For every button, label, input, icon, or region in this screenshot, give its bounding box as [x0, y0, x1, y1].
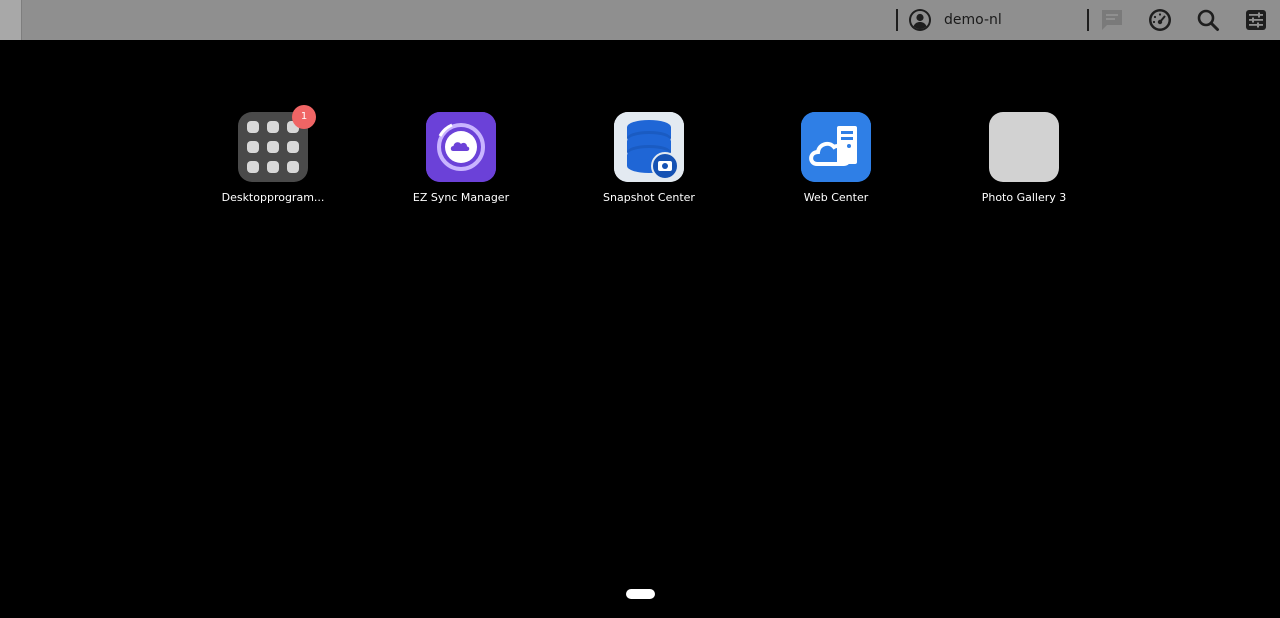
- ez-sync-icon[interactable]: [426, 112, 496, 182]
- taskbar: demo-nl: [0, 0, 1280, 40]
- notifications-icon[interactable]: [1100, 8, 1124, 32]
- notification-badge: 1: [292, 105, 316, 129]
- main-menu-button[interactable]: [0, 0, 22, 40]
- snapshot-icon[interactable]: [614, 112, 684, 182]
- page-indicator[interactable]: [626, 589, 655, 599]
- taskbar-separator: [896, 9, 898, 31]
- dashboard-icon[interactable]: [1148, 8, 1172, 32]
- taskbar-separator: [1087, 9, 1089, 31]
- app-label[interactable]: Photo Gallery 3: [964, 191, 1084, 205]
- photo-gallery-icon[interactable]: [989, 112, 1059, 182]
- options-icon[interactable]: [1244, 8, 1268, 32]
- desktop: Desktopprogram... 1 EZ Sync Manager Snap…: [0, 40, 1280, 618]
- web-center-icon[interactable]: [801, 112, 871, 182]
- desktop-app-ez-sync-manager[interactable]: EZ Sync Manager: [401, 112, 521, 212]
- desktop-app-photo-gallery-3[interactable]: Photo Gallery 3: [964, 112, 1084, 212]
- user-icon[interactable]: [908, 8, 932, 32]
- desktop-app-snapshot-center[interactable]: Snapshot Center: [589, 112, 709, 212]
- app-label[interactable]: EZ Sync Manager: [401, 191, 521, 205]
- app-label[interactable]: Desktopprogram...: [213, 191, 333, 205]
- app-label[interactable]: Web Center: [776, 191, 896, 205]
- app-label[interactable]: Snapshot Center: [589, 191, 709, 205]
- desktop-app-desktopprograms[interactable]: Desktopprogram...: [213, 112, 333, 212]
- desktop-app-web-center[interactable]: Web Center: [776, 112, 896, 212]
- username-label[interactable]: demo-nl: [944, 11, 1002, 29]
- search-icon[interactable]: [1196, 8, 1220, 32]
